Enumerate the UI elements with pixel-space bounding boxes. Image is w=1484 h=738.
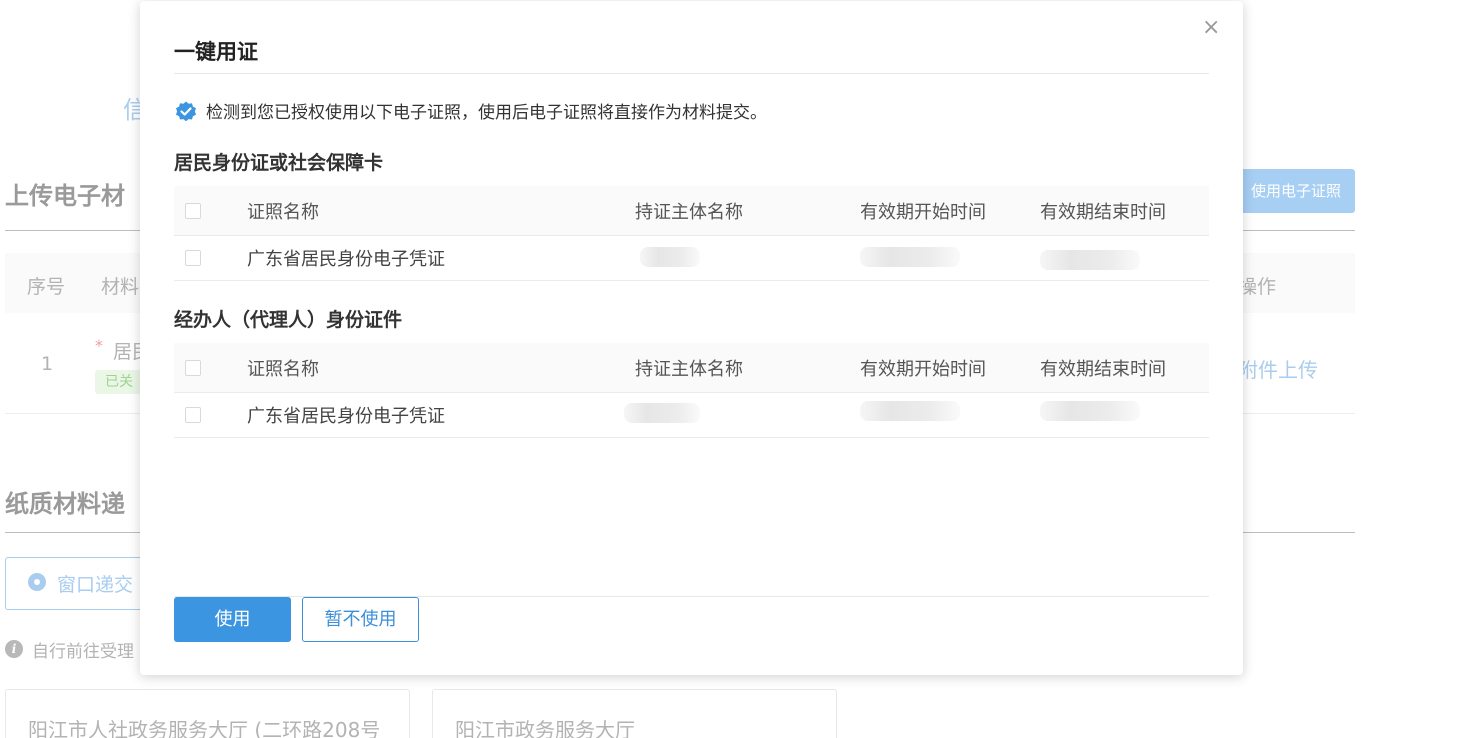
column-header: 持证主体名称 (635, 358, 743, 380)
column-header: 证照名称 (247, 201, 319, 223)
column-header: 有效期开始时间 (860, 358, 986, 380)
cert-table: 证照名称 持证主体名称 有效期开始时间 有效期结束时间 广东省居民身份电子凭证 (174, 186, 1209, 281)
divider (174, 73, 1209, 74)
use-button[interactable]: 使用 (174, 597, 291, 642)
table-row: 广东省居民身份电子凭证 (174, 236, 1209, 281)
section-title: 经办人（代理人）身份证件 (174, 309, 403, 331)
hall-card-label: 阳江市政务服务大厅 (455, 718, 635, 738)
header-action: 操作 (1238, 276, 1277, 298)
cert-name: 广东省居民身份电子凭证 (247, 406, 445, 427)
redacted-mask (860, 401, 960, 421)
cert-name: 广东省居民身份电子凭证 (247, 249, 445, 270)
radio-selected-icon[interactable] (28, 573, 46, 591)
status-badge: 已关 (95, 370, 143, 394)
row-checkbox[interactable] (185, 250, 201, 266)
column-header: 持证主体名称 (635, 201, 743, 223)
column-header: 有效期结束时间 (1040, 201, 1166, 223)
radio-label: 窗口递交 (57, 574, 134, 596)
cert-table: 证照名称 持证主体名称 有效期开始时间 有效期结束时间 广东省居民身份电子凭证 (174, 343, 1209, 438)
verified-badge-icon (176, 101, 196, 121)
redacted-mask (860, 247, 960, 267)
info-icon: i (5, 640, 23, 658)
column-header: 有效期结束时间 (1040, 358, 1166, 380)
notice-text: 检测到您已授权使用以下电子证照，使用后电子证照将直接作为材料提交。 (206, 103, 767, 123)
header-material: 材料 (101, 276, 140, 298)
select-all-checkbox[interactable] (185, 202, 201, 219)
table-header-row: 证照名称 持证主体名称 有效期开始时间 有效期结束时间 (174, 186, 1209, 236)
redacted-mask (1040, 401, 1140, 421)
column-header: 证照名称 (247, 358, 319, 380)
redacted-mask (640, 247, 700, 267)
upload-section-title: 上传电子材 (5, 182, 125, 210)
redacted-mask (624, 403, 700, 423)
redacted-mask (1040, 250, 1140, 270)
paper-section-title: 纸质材料递 (5, 490, 125, 518)
header-index: 序号 (27, 276, 66, 298)
close-icon[interactable]: × (1202, 17, 1220, 39)
table-row: 广东省居民身份电子凭证 (174, 393, 1209, 438)
row-checkbox[interactable] (185, 407, 201, 423)
column-header: 有效期开始时间 (860, 201, 986, 223)
required-mark: * (95, 336, 103, 355)
notice: 检测到您已授权使用以下电子证照，使用后电子证照将直接作为材料提交。 (174, 98, 767, 123)
hall-card-label: 阳江市人社政务服务大厅 (二环路208号 (28, 718, 381, 738)
hint-text: 自行前往受理 (32, 642, 134, 662)
one-click-cert-dialog: 一键用证 × 检测到您已授权使用以下电子证照，使用后电子证照将直接作为材料提交。… (140, 1, 1243, 675)
row-index: 1 (41, 353, 54, 375)
page: 信 上传电子材 使用电子证照 序号 材料 操作 1 * 居民 已关 附件上传 纸… (0, 0, 1484, 738)
skip-button[interactable]: 暂不使用 (302, 597, 419, 642)
table-header-row: 证照名称 持证主体名称 有效期开始时间 有效期结束时间 (174, 343, 1209, 393)
select-all-checkbox[interactable] (185, 359, 201, 376)
attachment-upload-link[interactable]: 附件上传 (1238, 354, 1318, 383)
section-title: 居民身份证或社会保障卡 (174, 152, 384, 174)
dialog-title: 一键用证 (174, 40, 258, 64)
